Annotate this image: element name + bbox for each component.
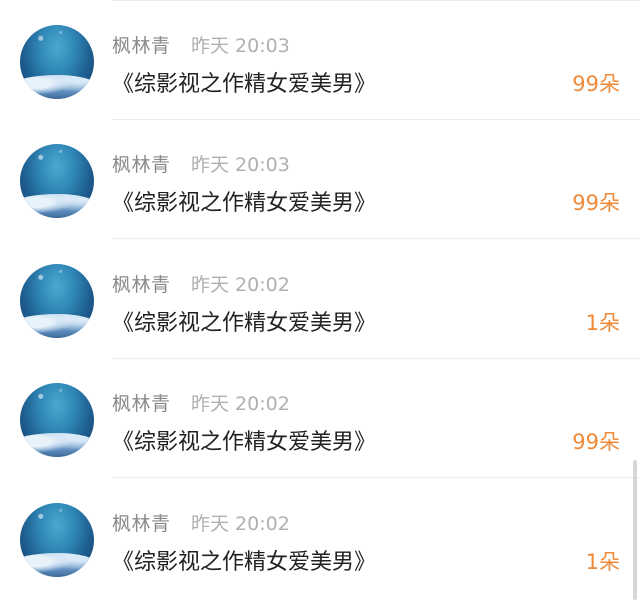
list-item[interactable]: 枫林青 昨天 20:02 《综影视之作精女爱美男》 1朵 [0,240,640,359]
timestamp: 昨天 20:03 [191,35,290,57]
avatar[interactable] [20,503,94,577]
avatar[interactable] [20,264,94,338]
gift-count: 1朵 [585,311,620,335]
avatar[interactable] [20,383,94,457]
gift-record-list: 枫林青 昨天 20:03 《综影视之作精女爱美男》 99朵 枫林青 昨天 20:… [0,0,640,613]
book-title[interactable]: 《综影视之作精女爱美男》 [112,305,376,337]
gift-count: 99朵 [572,191,620,215]
timestamp: 昨天 20:02 [191,274,290,296]
user-name[interactable]: 枫林青 [112,270,171,297]
list-item[interactable]: 枫林青 昨天 20:03 《综影视之作精女爱美男》 99朵 [0,1,640,120]
avatar[interactable] [20,144,94,218]
timestamp: 昨天 20:02 [191,393,290,415]
divider [112,238,640,239]
user-name[interactable]: 枫林青 [112,509,171,536]
list-item[interactable]: 枫林青 昨天 20:02 《综影视之作精女爱美男》 1朵 [0,479,640,598]
book-title[interactable]: 《综影视之作精女爱美男》 [112,66,376,98]
timestamp: 昨天 20:03 [191,154,290,176]
gift-count: 1朵 [585,550,620,574]
timestamp: 昨天 20:02 [191,513,290,535]
gift-count: 99朵 [572,72,620,96]
book-title[interactable]: 《综影视之作精女爱美男》 [112,424,376,456]
user-name[interactable]: 枫林青 [112,389,171,416]
divider [112,477,640,478]
gift-count: 99朵 [572,430,620,454]
list-item[interactable]: 枫林青 昨天 20:03 《综影视之作精女爱美男》 99朵 [0,120,640,239]
avatar[interactable] [20,25,94,99]
list-item[interactable]: 枫林青 昨天 20:02 《综影视之作精女爱美男》 99朵 [0,359,640,478]
book-title[interactable]: 《综影视之作精女爱美男》 [112,185,376,217]
user-name[interactable]: 枫林青 [112,150,171,177]
book-title[interactable]: 《综影视之作精女爱美男》 [112,544,376,576]
user-name[interactable]: 枫林青 [112,31,171,58]
scrollbar[interactable] [633,460,637,600]
